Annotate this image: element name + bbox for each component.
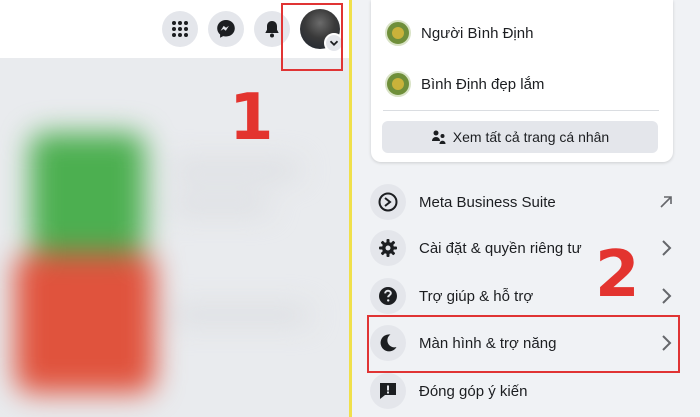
profile-item-label: Bình Định đẹp lắm bbox=[421, 75, 545, 93]
page-avatar-icon bbox=[385, 71, 411, 97]
help-icon bbox=[370, 278, 406, 314]
menu-grid-button[interactable] bbox=[162, 11, 198, 47]
people-switch-icon bbox=[431, 130, 446, 144]
menu-item-meta-business-suite[interactable]: Meta Business Suite bbox=[366, 180, 684, 224]
messenger-button[interactable] bbox=[208, 11, 244, 47]
business-suite-icon bbox=[370, 184, 406, 220]
blurred-text-line bbox=[170, 198, 270, 212]
page-avatar-icon bbox=[385, 20, 411, 46]
menu-item-label: Meta Business Suite bbox=[419, 193, 556, 211]
chevron-right-icon bbox=[654, 236, 678, 260]
profile-item-label: Người Bình Định bbox=[421, 24, 534, 42]
profile-item[interactable]: Bình Định đẹp lắm bbox=[385, 64, 544, 104]
messenger-icon bbox=[217, 20, 235, 38]
see-all-profiles-label: Xem tất cả trang cá nhân bbox=[452, 129, 610, 145]
chevron-right-icon bbox=[654, 284, 678, 308]
facebook-background-panel: 1 bbox=[0, 0, 349, 417]
menu-grid-icon bbox=[172, 21, 188, 37]
blurred-text-line bbox=[170, 163, 300, 177]
see-all-profiles-button[interactable]: Xem tất cả trang cá nhân bbox=[382, 121, 658, 153]
annotation-box-display bbox=[367, 315, 680, 373]
feedback-icon bbox=[370, 373, 406, 409]
card-divider bbox=[383, 110, 659, 111]
account-dropdown-panel: Người Bình Định Bình Định đẹp lắm Xem tấ… bbox=[352, 0, 700, 417]
step-number-2: 2 bbox=[595, 238, 640, 312]
annotation-box-account bbox=[281, 3, 343, 71]
blurred-feed bbox=[0, 58, 349, 417]
blurred-text-line bbox=[170, 308, 310, 322]
menu-item-label: Đóng góp ý kiến bbox=[419, 382, 528, 400]
menu-item-give-feedback[interactable]: Đóng góp ý kiến bbox=[366, 369, 684, 413]
external-arrow-icon bbox=[654, 190, 678, 214]
bell-icon bbox=[265, 21, 279, 38]
blurred-thumbnail-green bbox=[30, 133, 145, 253]
step-number-1: 1 bbox=[229, 81, 274, 155]
gear-icon bbox=[370, 230, 406, 266]
profiles-card: Người Bình Định Bình Định đẹp lắm Xem tấ… bbox=[371, 0, 673, 162]
profile-item[interactable]: Người Bình Định bbox=[385, 13, 533, 53]
blurred-thumbnail-red bbox=[15, 253, 155, 393]
